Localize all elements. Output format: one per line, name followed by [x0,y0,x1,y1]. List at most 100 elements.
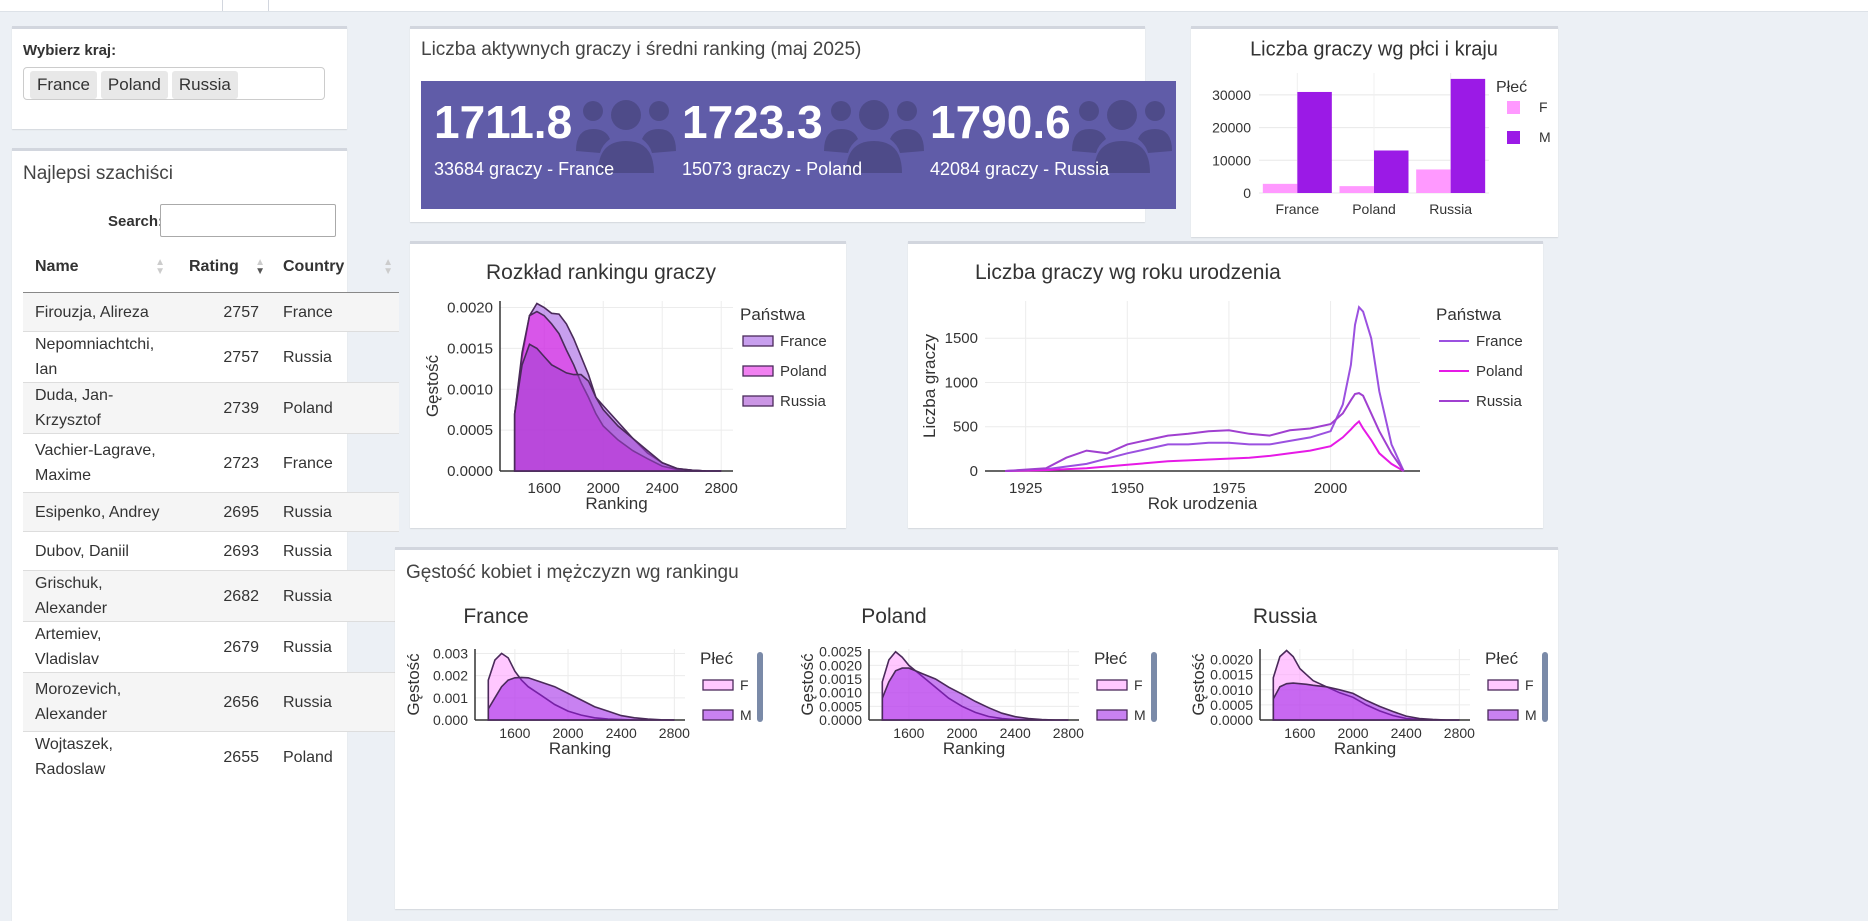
table-row[interactable]: Esipenko, Andrey 2695 Russia [23,492,399,532]
search-input[interactable] [160,204,336,237]
gender-country-bar-chart: Liczba graczy wg płci i kraju 0 10000 20000… [1212,38,1551,217]
player-rating-cell: 2656 [177,672,271,732]
navbar-divider [268,0,269,11]
average-rating-value: 1711.8 [434,96,573,148]
table-row[interactable]: Firouzja, Alireza 2757 France [23,292,399,332]
player-name-cell: Esipenko, Andrey [23,492,177,532]
area-Russia[interactable] [513,343,722,472]
legend-swatch[interactable] [1096,679,1128,691]
gender-density-poland-chart: Poland1600 2000 2400 28000.00000.00050.0010… [798,605,1157,758]
summary-card: 1790.6 42084 graczy - Russia [917,81,1176,209]
country-filter-label: Wybierz kraj: [23,42,117,59]
y-tick-label: 0.000 [433,712,468,728]
legend-scrollbar[interactable] [1542,652,1548,722]
x-tick-label: 2800 [1444,725,1475,741]
legend-swatch[interactable] [1096,709,1128,721]
area-M[interactable] [1272,682,1460,721]
column-header-name[interactable]: Name ▲ ▼ [23,242,177,293]
x-tick-label: 2800 [705,480,738,497]
x-tick-label: 2000 [1314,480,1347,497]
y-tick-label: 0.003 [433,645,468,661]
legend-scrollbar[interactable] [1151,652,1157,722]
table-row[interactable]: Vachier-Lagrave, Maxime 2723 France [23,433,399,493]
bar-M-France[interactable] [1297,91,1332,193]
search-label: Search: [108,213,164,230]
legend-label: F [1134,677,1143,693]
legend-label: France [780,333,827,350]
player-count-label: 42084 graczy - Russia [930,159,1110,179]
gender-density-title: Gęstość kobiet i mężczyzn wg rankingu [406,562,739,583]
summary-title: Liczba aktywnych graczy i średni ranking… [421,39,862,60]
y-tick-label: 1000 [945,374,978,391]
chart-title: Russia [1253,605,1318,628]
legend-swatch[interactable] [702,679,734,691]
table-row[interactable]: Grischuk, Alexander 2682 Russia [23,570,399,622]
x-tick-label: France [1276,201,1320,217]
legend-swatch[interactable] [742,335,774,347]
legend-swatch[interactable] [1507,131,1520,144]
selected-country-tag[interactable]: Poland [100,71,168,99]
column-header-rating[interactable]: Rating ▲ ▼ [177,242,271,293]
area-M[interactable] [487,676,675,721]
y-tick-label: 1500 [945,330,978,347]
summary-card: 1723.3 15073 graczy - Poland [669,81,928,209]
legend-swatch[interactable] [702,709,734,721]
y-tick-label: 0.0020 [1210,652,1253,668]
x-axis-label: Ranking [549,739,611,758]
y-tick-label: 0.0020 [819,657,862,673]
legend-swatch[interactable] [1487,679,1519,691]
player-country-cell: Russia [271,672,399,732]
x-tick-label: 1600 [893,725,924,741]
player-rating-cell: 2757 [177,331,271,383]
bar-M-Russia[interactable] [1450,78,1486,193]
table-row[interactable]: Nepomniachtchi, Ian 2757 Russia [23,331,399,383]
player-count-label: 33684 graczy - France [434,159,615,179]
y-tick-label: 0.0015 [447,340,493,357]
x-tick-label: 1600 [499,725,530,741]
bar-F-Russia[interactable] [1416,169,1451,193]
legend-scrollbar[interactable] [757,652,763,722]
column-header-country[interactable]: Country ▲ ▼ [271,242,399,293]
table-row[interactable]: Wojtaszek, Radoslaw 2655 Poland [23,731,399,782]
line-Poland[interactable] [1005,419,1405,472]
player-name-cell: Nepomniachtchi, Ian [23,331,177,383]
x-tick-label: 1600 [528,480,561,497]
selected-country-tag[interactable]: Russia [171,71,238,99]
y-axis-label: Gęstość [798,653,817,716]
gender-density-france-chart: France1600 2000 2400 28000.0000.0010.0020.0… [404,605,763,758]
gender-country-chart-box: Liczba graczy wg płci i kraju 0 10000 20000… [1191,26,1558,237]
legend-title: Płeć [700,649,734,668]
x-axis-label: Ranking [1334,739,1396,758]
birth-year-box: Liczba graczy wg roku urodzenia 1925 1950 1… [908,241,1543,528]
player-rating-cell: 2695 [177,492,271,532]
chart-title: Rozkład rankingu graczy [486,261,716,284]
y-axis-label: Gęstość [404,653,423,716]
bar-F-France[interactable] [1262,183,1298,193]
country-select-input[interactable]: France Poland Russia [23,67,325,100]
chart-title: Poland [861,605,926,628]
legend-swatch[interactable] [1487,709,1519,721]
player-country-cell: France [271,292,399,332]
legend-label: M [1539,129,1551,145]
bar-F-Poland[interactable] [1339,186,1375,193]
rating-density-box: Rozkład rankingu graczy 1600 2000 2400 2800 0… [410,241,846,528]
table-row[interactable]: Duda, Jan-Krzysztof 2739 Poland [23,382,399,434]
player-country-cell: Russia [271,570,399,622]
table-row[interactable]: Morozevich, Alexander 2656 Russia [23,672,399,732]
legend-label: France [1476,333,1523,350]
y-tick-label: 0.0000 [447,463,493,480]
legend-swatch[interactable] [1507,101,1520,114]
bar-M-Poland[interactable] [1374,150,1409,193]
table-row[interactable]: Dubov, Daniil 2693 Russia [23,531,399,571]
y-tick-label: 20000 [1212,120,1251,136]
legend-label: Poland [780,363,827,380]
selected-country-tag[interactable]: France [30,71,97,99]
area-M[interactable] [881,667,1069,721]
player-country-cell: Russia [271,492,399,532]
line-France[interactable] [1005,305,1405,472]
y-axis-label: Gęstość [1189,653,1208,716]
legend-swatch[interactable] [742,395,774,407]
table-row[interactable]: Artemiev, Vladislav 2679 Russia [23,621,399,673]
player-country-cell: Poland [271,382,399,434]
legend-swatch[interactable] [742,365,774,377]
